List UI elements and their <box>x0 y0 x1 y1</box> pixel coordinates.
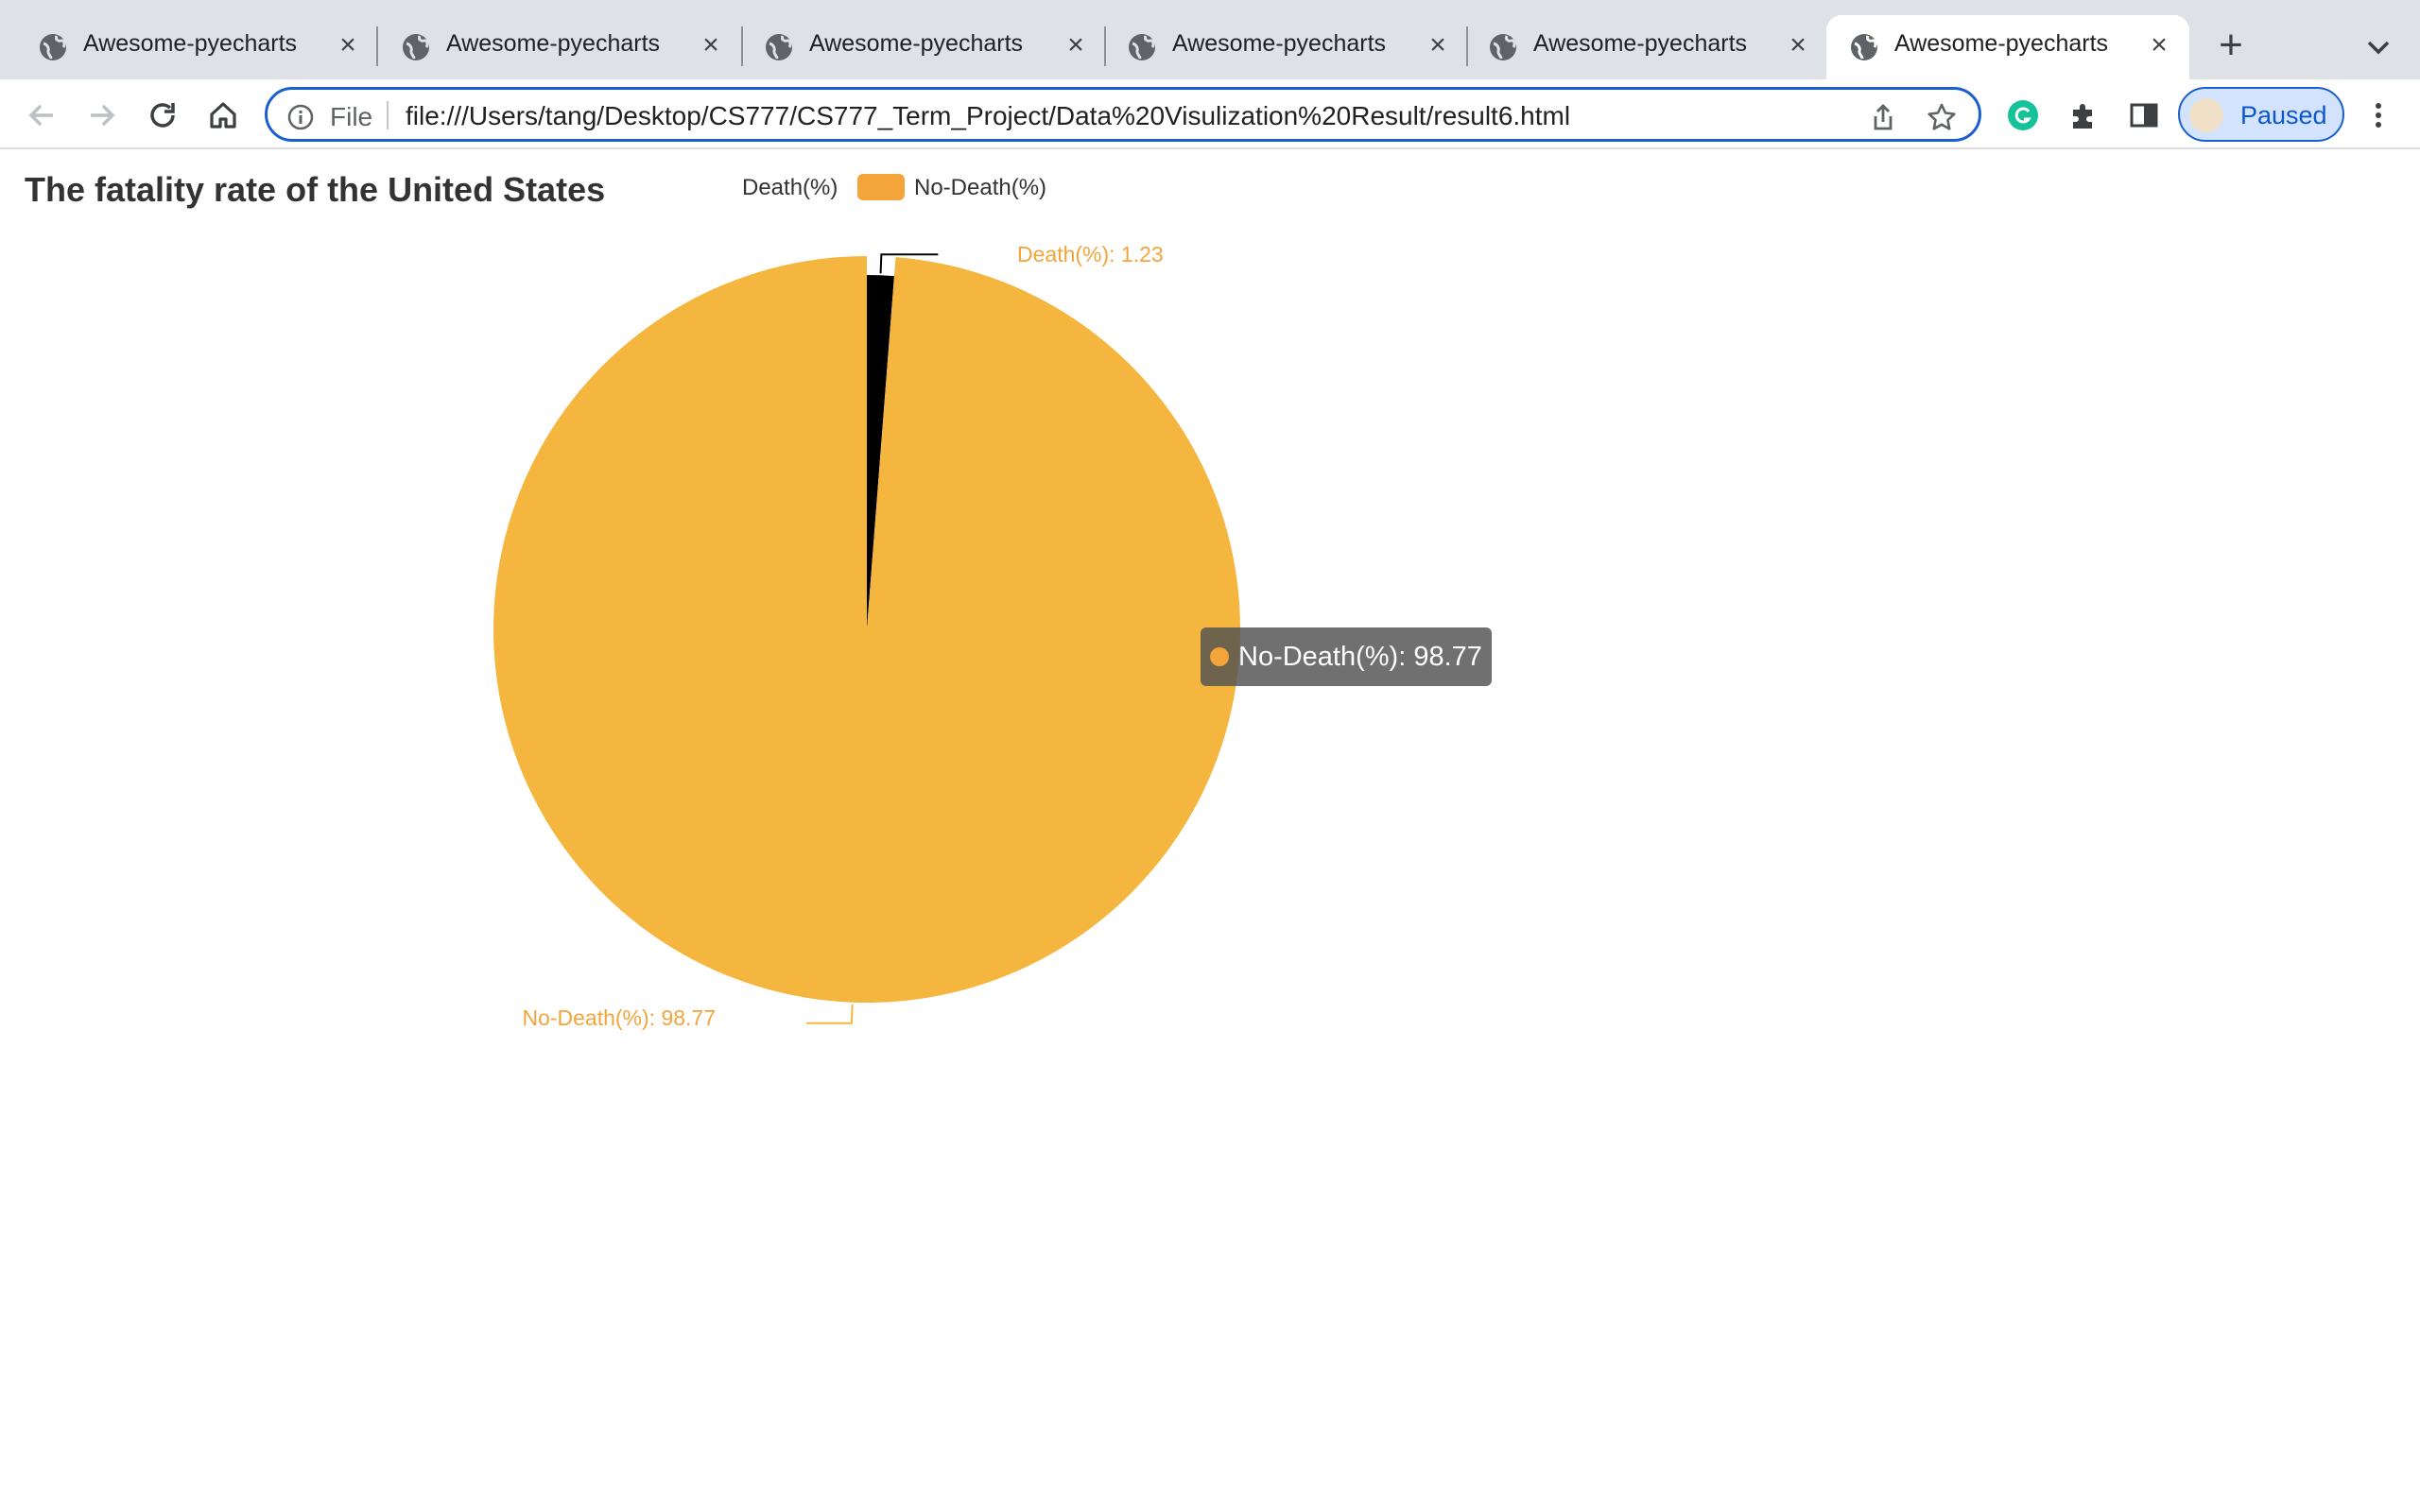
globe-icon <box>766 34 792 60</box>
tab-title: Awesome-pyecharts <box>83 30 298 57</box>
puzzle-extensions-icon[interactable] <box>2065 96 2102 134</box>
browser-tab[interactable]: Awesome-pyecharts × <box>726 15 1104 79</box>
chevron-down-icon[interactable] <box>2360 28 2397 66</box>
browser-tab[interactable]: Awesome-pyecharts × <box>1450 15 1828 79</box>
page-content: The fatality rate of the United States D… <box>0 149 2420 1512</box>
tab-title: Awesome-pyecharts <box>809 30 1024 57</box>
globe-icon <box>403 34 429 60</box>
browser-tab[interactable]: Awesome-pyecharts × <box>1089 15 1467 79</box>
reload-icon[interactable] <box>144 96 182 134</box>
legend-label-no-death[interactable]: No-Death(%) <box>914 175 1046 200</box>
back-arrow-icon[interactable] <box>23 96 60 134</box>
legend-label-death[interactable]: Death(%) <box>742 175 838 200</box>
side-panel-icon[interactable] <box>2125 96 2163 134</box>
tab-title: Awesome-pyecharts <box>1894 30 2109 57</box>
tooltip-text: No-Death(%): 98.77 <box>1238 642 1482 672</box>
tooltip-marker <box>1210 647 1229 666</box>
browser-tab[interactable]: Awesome-pyecharts × <box>363 15 741 79</box>
tab-title: Awesome-pyecharts <box>1172 30 1387 57</box>
close-icon[interactable]: × <box>1423 30 1453 60</box>
pie-chart: Death(%): 1.23 No-Death(%): 98.77 Death(… <box>493 174 1241 1030</box>
slice-label-no-death: No-Death(%): 98.77 <box>522 1005 716 1030</box>
close-icon[interactable]: × <box>2144 30 2174 60</box>
close-icon[interactable]: × <box>1061 30 1091 60</box>
browser-tab-active[interactable]: Awesome-pyecharts × <box>1826 15 2189 79</box>
tab-title: Awesome-pyecharts <box>1533 30 1748 57</box>
chart-legend: Death(%) No-Death(%) <box>742 174 1046 200</box>
browser-toolbar: File file:///Users/tang/Desktop/CS777/CS… <box>0 79 2420 149</box>
tab-strip: Awesome-pyecharts × Awesome-pyecharts × … <box>0 0 2420 79</box>
leader-line-no-death <box>805 1004 854 1024</box>
share-icon[interactable] <box>1867 101 1899 133</box>
grammarly-icon[interactable] <box>2004 96 2042 134</box>
close-icon[interactable]: × <box>1783 30 1813 60</box>
slice-label-death: Death(%): 1.23 <box>1017 242 1164 266</box>
forward-arrow-icon[interactable] <box>83 96 121 134</box>
url-scheme-label: File <box>330 102 373 131</box>
home-icon[interactable] <box>204 96 242 134</box>
globe-icon <box>40 34 66 60</box>
star-icon[interactable] <box>1926 101 1958 133</box>
plus-icon[interactable]: + <box>2212 25 2250 66</box>
legend-swatch-no-death[interactable] <box>857 174 905 200</box>
globe-icon <box>1129 34 1155 60</box>
info-icon[interactable] <box>286 103 315 131</box>
divider <box>387 101 389 129</box>
chart-tooltip: No-Death(%): 98.77 <box>1201 627 1492 686</box>
avatar <box>2189 98 2223 132</box>
address-bar[interactable]: File file:///Users/tang/Desktop/CS777/CS… <box>265 87 1981 142</box>
profile-button[interactable]: Paused <box>2178 87 2344 142</box>
pie-slices <box>493 256 1241 1003</box>
profile-status-label: Paused <box>2240 101 2327 129</box>
url-text[interactable]: file:///Users/tang/Desktop/CS777/CS777_T… <box>406 101 1570 131</box>
more-vert-icon[interactable] <box>2360 96 2397 134</box>
close-icon[interactable]: × <box>696 30 726 60</box>
tab-title: Awesome-pyecharts <box>446 30 661 57</box>
globe-icon <box>1490 34 1516 60</box>
close-icon[interactable]: × <box>333 30 363 60</box>
globe-icon <box>1851 34 1877 60</box>
browser-tab[interactable]: Awesome-pyecharts × <box>0 15 376 79</box>
